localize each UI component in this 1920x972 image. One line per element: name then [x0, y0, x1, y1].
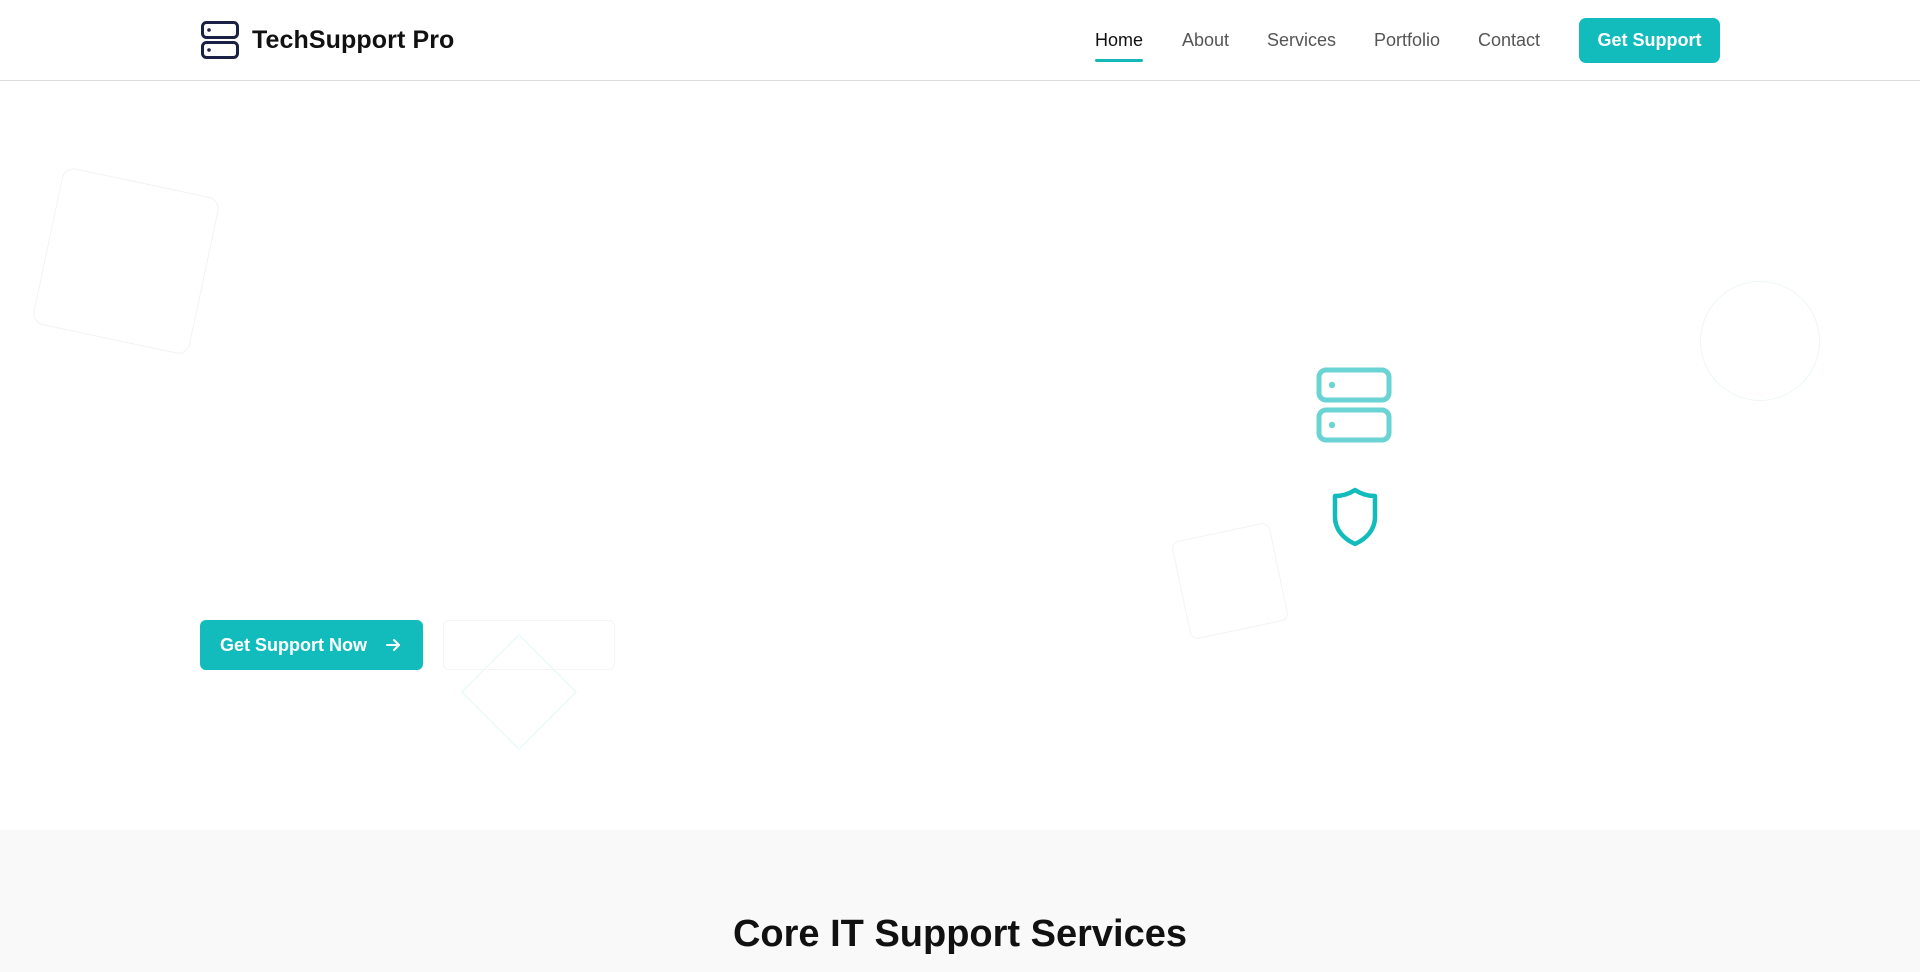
- nav-link-about[interactable]: About: [1182, 18, 1229, 64]
- nav-link-portfolio[interactable]: Portfolio: [1374, 18, 1440, 64]
- services-section: Core IT Support Services: [0, 830, 1920, 972]
- secondary-hero-button[interactable]: [443, 620, 615, 670]
- nav-link-home[interactable]: Home: [1095, 18, 1144, 64]
- site-header: TechSupport Pro Home About Services Port…: [0, 0, 1920, 81]
- arrow-right-icon: [386, 639, 400, 651]
- decorative-square: [31, 166, 221, 356]
- brand-logo[interactable]: TechSupport Pro: [200, 20, 454, 60]
- nav-link-contact[interactable]: Contact: [1478, 18, 1540, 64]
- shield-icon: [1332, 487, 1378, 547]
- get-support-now-label: Get Support Now: [220, 634, 367, 655]
- get-support-now-button[interactable]: Get Support Now: [200, 620, 423, 670]
- decorative-square: [1170, 521, 1290, 641]
- nav-link-services[interactable]: Services: [1267, 18, 1336, 64]
- services-title: Core IT Support Services: [732, 913, 1187, 955]
- get-support-button[interactable]: Get Support: [1579, 18, 1720, 63]
- hero-section: Get Support Now: [0, 81, 1920, 830]
- decorative-circle: [1700, 281, 1820, 401]
- server-icon: [1316, 367, 1392, 443]
- server-icon: [201, 21, 239, 59]
- brand-name: TechSupport Pro: [252, 25, 455, 54]
